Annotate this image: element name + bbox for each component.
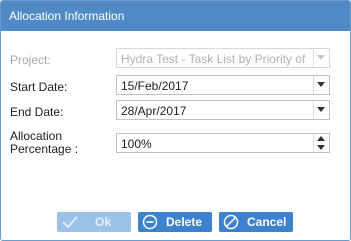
spinner-up-icon: [317, 136, 325, 141]
dialog-title: Allocation Information: [9, 9, 125, 23]
project-label: Project:: [10, 53, 51, 67]
cancel-circle-icon: [223, 214, 239, 230]
project-value: Hydra Test - Task List by Priority of: [121, 52, 306, 66]
cancel-button[interactable]: Cancel: [219, 212, 293, 232]
start-date-dropdown-button[interactable]: [313, 76, 329, 94]
start-date-value: 15/Feb/2017: [121, 79, 189, 93]
chevron-down-icon: [317, 107, 325, 112]
allocation-label: Allocation Percentage :: [10, 130, 78, 156]
end-date-field[interactable]: 28/Apr/2017: [116, 100, 330, 120]
spinner-up-button[interactable]: [314, 134, 329, 143]
allocation-label-line1: Allocation: [10, 129, 63, 143]
checkmark-icon: [62, 216, 78, 229]
delete-button-label: Delete: [166, 215, 203, 229]
chevron-down-icon: [317, 82, 325, 87]
end-date-value: 28/Apr/2017: [121, 104, 187, 118]
ok-button-label: Ok: [95, 215, 112, 229]
spinner-down-icon: [317, 145, 325, 150]
allocation-dialog: Allocation Information Project: Hydra Te…: [0, 0, 351, 241]
start-date-label: Start Date:: [10, 80, 68, 94]
project-select: Hydra Test - Task List by Priority of: [116, 48, 330, 68]
spinner-down-button[interactable]: [314, 143, 329, 152]
start-date-field[interactable]: 15/Feb/2017: [116, 75, 330, 95]
allocation-label-line2: Percentage :: [10, 142, 79, 156]
cancel-button-label: Cancel: [247, 215, 287, 229]
dialog-titlebar[interactable]: Allocation Information: [1, 1, 350, 31]
allocation-percentage-field[interactable]: 100%: [116, 133, 330, 153]
end-date-dropdown-button[interactable]: [313, 101, 329, 119]
chevron-down-icon: [317, 55, 325, 60]
ok-button[interactable]: Ok: [57, 212, 131, 232]
allocation-spinner: [313, 134, 329, 152]
project-dropdown-button: [313, 49, 329, 67]
end-date-label: End Date:: [10, 105, 64, 119]
allocation-percentage-value: 100%: [121, 137, 152, 151]
minus-circle-icon: [142, 214, 158, 230]
delete-button[interactable]: Delete: [138, 212, 212, 232]
